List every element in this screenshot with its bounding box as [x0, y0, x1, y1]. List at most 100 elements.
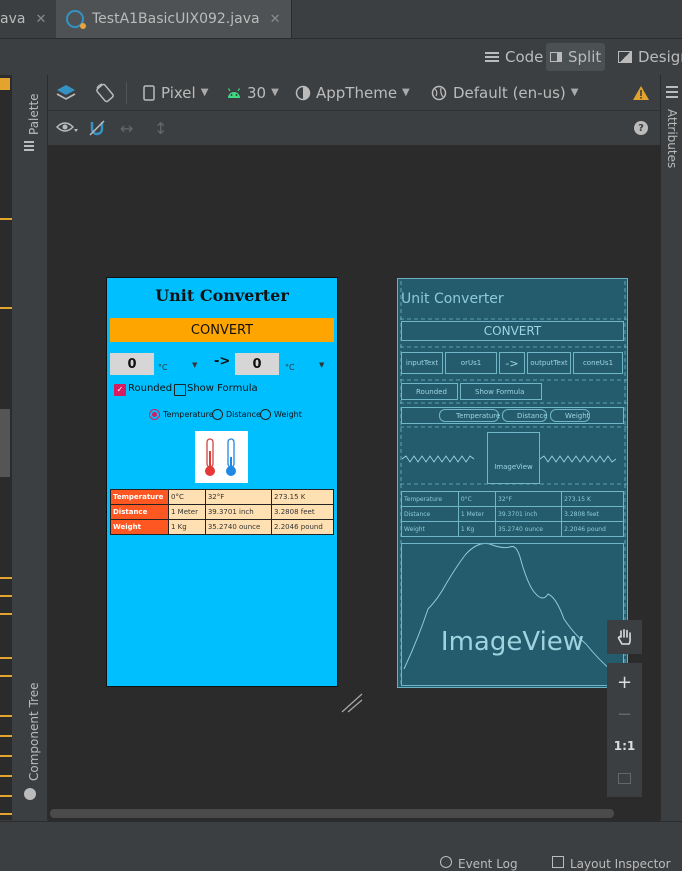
chevron-down-icon: ▼: [402, 87, 410, 98]
device-selector[interactable]: Pixel ▼: [143, 75, 208, 110]
autoconnect-button[interactable]: [88, 111, 106, 145]
zoom-to-fit-button[interactable]: [607, 761, 642, 795]
table-cell: 32°F: [204, 489, 273, 505]
scroll-thumb[interactable]: [0, 409, 10, 477]
blueprint-temperature-radio: Temperature: [439, 409, 500, 422]
blueprint-image-large: ImageView: [401, 543, 624, 686]
blueprint-convert: CONVERT: [401, 321, 624, 341]
marker: [0, 595, 12, 597]
table-row-header: Weight: [401, 521, 459, 537]
distance-radio[interactable]: [212, 409, 223, 420]
left-tool-strip: Palette Component Tree: [12, 75, 48, 820]
arrows-horizontal-icon: ↔: [120, 118, 134, 138]
table-row: Weight 1 Kg 35.2740 ounce 2.2046 pound: [110, 519, 334, 535]
api-label: 30: [247, 83, 267, 102]
marker: [0, 715, 12, 717]
table-row: Weight 1 Kg 35.2740 ounce 2.2046 pound: [401, 521, 624, 537]
api-level-selector[interactable]: 30 ▼: [226, 75, 279, 110]
chevron-down-icon: ▼: [271, 87, 279, 98]
zoom-out-button[interactable]: −: [607, 697, 642, 731]
distance-label: Distance: [226, 410, 261, 419]
show-formula-checkbox[interactable]: [174, 384, 186, 396]
table-row-header: Distance: [110, 504, 169, 520]
close-icon[interactable]: ✕: [35, 12, 46, 27]
pan-button[interactable]: [607, 620, 642, 654]
blueprint-weight-radio: Weight: [550, 409, 590, 422]
close-icon[interactable]: ✕: [270, 12, 281, 27]
view-options-button[interactable]: [56, 111, 78, 145]
magnet-off-icon: [89, 120, 105, 136]
marker: [0, 218, 12, 220]
code-view-button[interactable]: Code: [481, 43, 547, 71]
resize-handle-icon[interactable]: [340, 692, 364, 714]
chevron-down-icon: ▼: [319, 361, 325, 369]
table-cell: 273.15 K: [271, 489, 334, 505]
thermometer-icon: [205, 438, 236, 476]
convert-button[interactable]: CONVERT: [110, 318, 334, 342]
table-cell: 2.2046 pound: [561, 521, 624, 537]
attributes-tab[interactable]: Attributes: [665, 109, 679, 168]
zoom-controls: + − 1:1: [607, 663, 642, 797]
temperature-radio[interactable]: [149, 409, 160, 420]
table-row: Distance 1 Meter 39.3701 inch 3.2808 feet: [110, 504, 334, 520]
layout-inspector-label: Layout Inspector: [570, 857, 671, 871]
component-tree-tab[interactable]: Component Tree: [27, 683, 41, 781]
marker: [0, 675, 12, 677]
arrows-vertical-icon: ↕: [154, 118, 168, 138]
theme-icon: [295, 85, 311, 100]
event-log-icon: [440, 856, 452, 868]
table-cell: 0°C: [457, 491, 497, 507]
hand-icon: [617, 629, 631, 645]
blueprint-preview[interactable]: Unit Converter CONVERT inputText orUs1 -…: [397, 278, 628, 688]
blueprint-table: Temperature 0°C 32°F 273.15 K Distance 1 Mete…: [401, 491, 624, 537]
marker: [0, 755, 12, 757]
separator: [126, 82, 127, 104]
arrow-label: ->: [214, 354, 231, 369]
scroll-thumb[interactable]: [50, 809, 614, 818]
zoom-in-button[interactable]: +: [607, 665, 642, 699]
weight-radio[interactable]: [260, 409, 271, 420]
tab-previous-file[interactable]: ava ✕: [0, 0, 46, 38]
tab-label: TestA1BasicUIX092.java: [92, 11, 260, 27]
layers-button[interactable]: [55, 75, 77, 110]
lines-icon: [485, 52, 499, 62]
expand-vertical-button[interactable]: ↕: [154, 111, 167, 145]
design-toolbar: Pixel ▼ 30 ▼ AppTheme ▼ Default (en-us) ▼: [48, 75, 660, 111]
split-view-button[interactable]: Split: [546, 43, 606, 71]
input-value-field[interactable]: 0: [110, 353, 154, 375]
palette-tab[interactable]: Palette: [27, 93, 41, 135]
fit-screen-icon: [618, 772, 631, 784]
marker: [0, 657, 12, 659]
minus-icon: −: [616, 703, 633, 725]
table-cell: 32°F: [495, 491, 563, 507]
zoom-actual-size-button[interactable]: 1:1: [607, 729, 642, 763]
table-row-header: Temperature: [110, 489, 169, 505]
blueprint-input-unit: orUs1: [445, 352, 497, 374]
expand-horizontal-button[interactable]: ↔: [120, 111, 133, 145]
rounded-checkbox[interactable]: ✓: [114, 384, 126, 396]
output-value-field: 0: [235, 353, 279, 375]
locale-selector[interactable]: Default (en-us) ▼: [431, 75, 578, 110]
chevron-down-icon: ▼: [192, 361, 198, 369]
table-row: Distance 1 Meter 39.3701 inch 3.2808 feet: [401, 506, 624, 522]
image-icon: [618, 51, 632, 63]
design-preview[interactable]: Unit Converter CONVERT 0 °C ▼ -> 0 °C ▼ …: [107, 278, 337, 686]
table-cell: 39.3701 inch: [204, 504, 273, 520]
theme-selector[interactable]: AppTheme ▼: [295, 75, 410, 110]
tab-active-file[interactable]: TestA1BasicUIX092.java ✕: [56, 0, 292, 38]
thermometer-image: [195, 431, 248, 483]
marker: [0, 775, 12, 777]
orientation-button[interactable]: [94, 75, 116, 110]
input-unit-spinner[interactable]: °C: [158, 363, 168, 372]
table-cell: 1 Kg: [168, 519, 206, 535]
output-unit-spinner[interactable]: °C: [285, 363, 295, 372]
help-button[interactable]: ?: [634, 111, 648, 145]
help-icon: ?: [634, 121, 648, 135]
warning-button[interactable]: [632, 75, 650, 110]
design-view-button[interactable]: Design: [614, 43, 682, 71]
warning-icon: [633, 85, 649, 100]
marker: [0, 613, 12, 615]
sliders-icon: [666, 85, 678, 98]
conversion-table: Temperature 0°C 32°F 273.15 K Distance 1 Mete…: [110, 489, 334, 535]
event-log-label: Event Log: [458, 857, 518, 871]
